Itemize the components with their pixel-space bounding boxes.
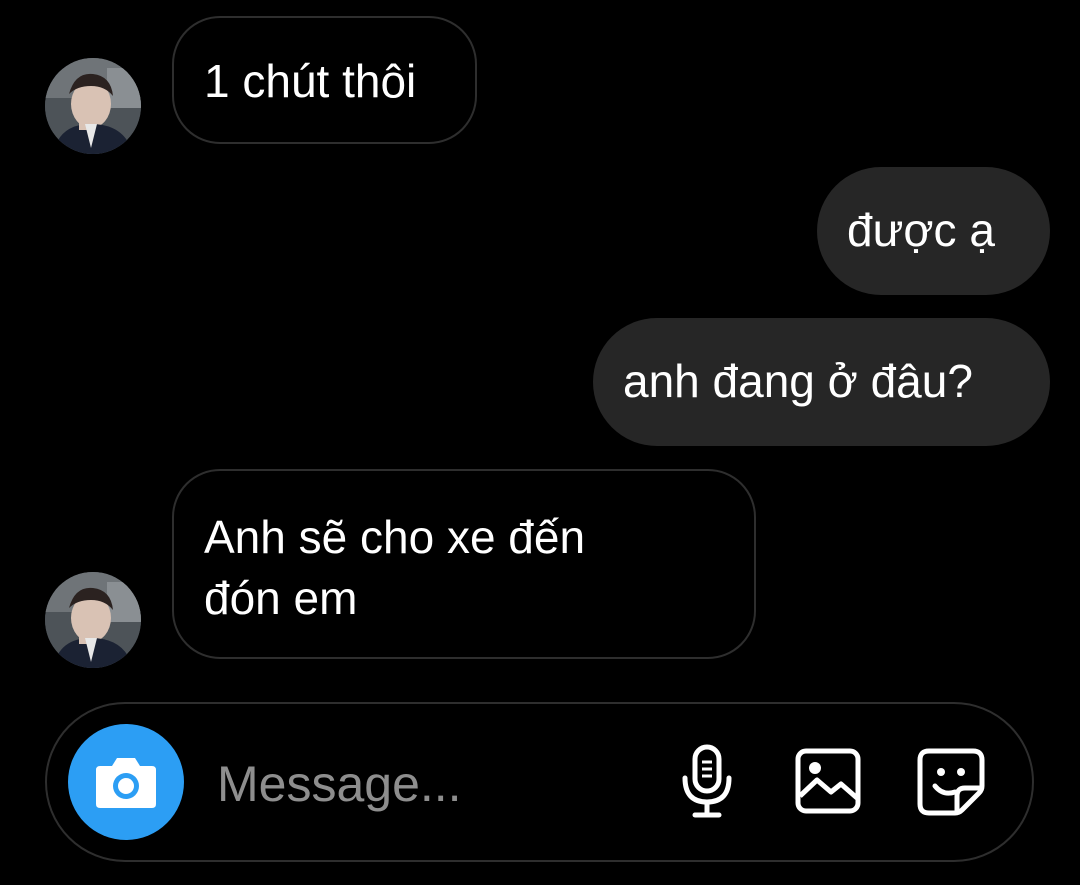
image-gallery-icon: [795, 748, 861, 814]
sticker-button[interactable]: [917, 748, 985, 821]
outgoing-message-bubble[interactable]: anh đang ở đâu?: [593, 318, 1050, 446]
message-text: được ạ: [847, 204, 995, 256]
voice-message-button[interactable]: [677, 744, 737, 825]
message-composer: Message...: [45, 702, 1034, 862]
camera-button[interactable]: [68, 724, 184, 840]
microphone-icon: [682, 744, 732, 818]
incoming-message-bubble[interactable]: Anh sẽ cho xe đến đón em: [172, 469, 756, 659]
profile-photo-avatar-icon: [45, 58, 141, 154]
outgoing-message-bubble[interactable]: được ạ: [817, 167, 1050, 295]
camera-icon: [96, 758, 156, 808]
message-input[interactable]: Message...: [217, 754, 462, 814]
profile-photo-avatar-icon: [45, 572, 141, 668]
sender-avatar[interactable]: [45, 58, 141, 154]
message-text-line: Anh sẽ cho xe đến: [204, 511, 586, 563]
sticker-icon: [917, 748, 985, 816]
incoming-message-bubble[interactable]: 1 chút thôi: [172, 16, 477, 144]
sender-avatar[interactable]: [45, 572, 141, 668]
message-text: 1 chút thôi: [204, 55, 417, 107]
gallery-button[interactable]: [795, 748, 861, 819]
message-text: anh đang ở đâu?: [623, 355, 973, 407]
message-text-line: đón em: [204, 572, 358, 624]
